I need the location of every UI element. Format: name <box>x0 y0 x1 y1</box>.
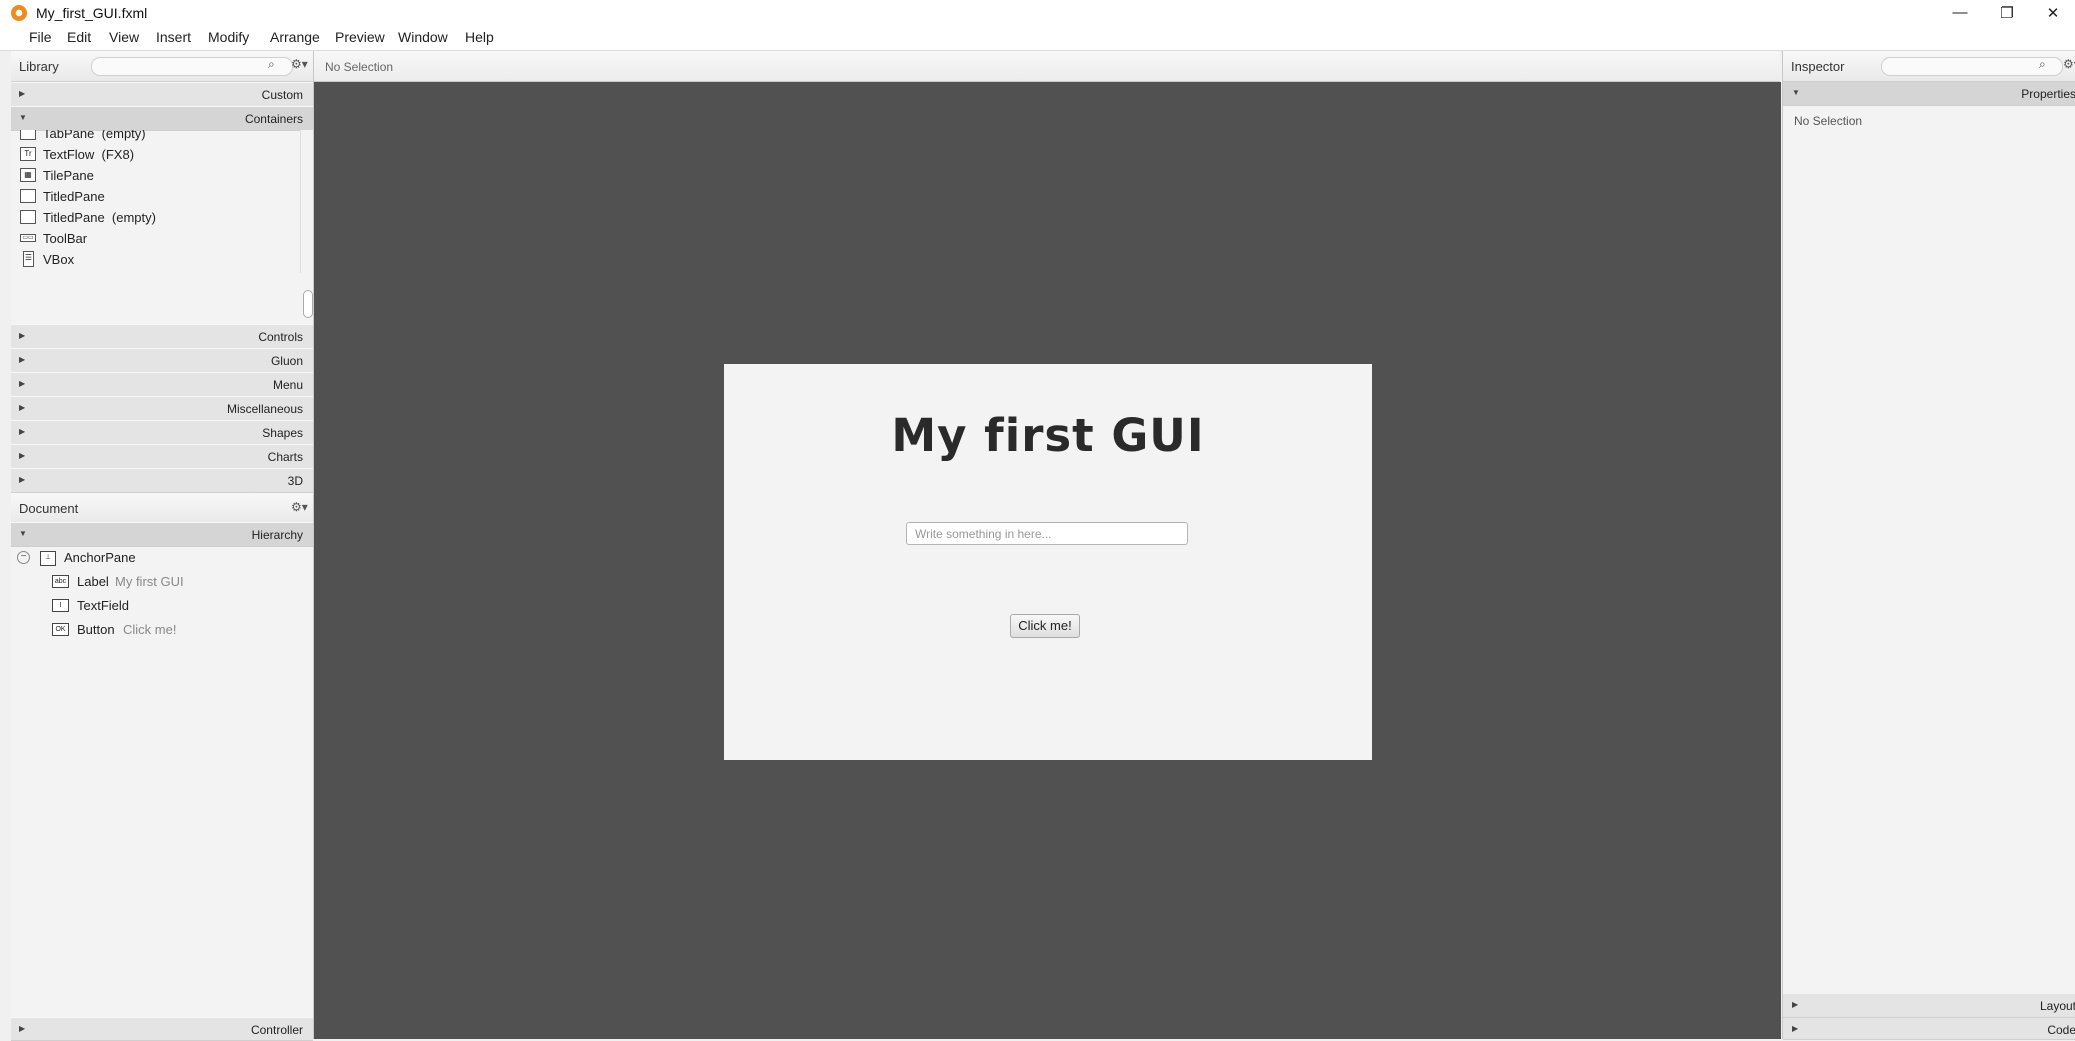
library-search-input[interactable] <box>91 57 293 76</box>
tree-row-textfield[interactable]: I TextField <box>11 595 311 617</box>
button-icon: OK <box>52 623 69 636</box>
document-header: Document ⚙▾ <box>11 492 313 524</box>
tree-row-anchorpane[interactable]: − ⊥ AnchorPane <box>11 547 311 569</box>
click-me-button[interactable]: Click me! <box>1010 614 1080 638</box>
document-title: Document <box>19 501 79 516</box>
expanded-arrow-icon: ▼ <box>19 113 27 122</box>
menu-window[interactable]: Window <box>398 29 448 45</box>
textflow-icon: Tr <box>20 147 36 161</box>
containers-list: TabPane (empty) Tr TextFlow (FX8) ▦ Tile… <box>11 130 300 324</box>
menu-bar: File Edit View Insert Modify Arrange Pre… <box>0 25 2075 51</box>
tabpane-icon <box>20 130 36 140</box>
library-item-titledpane[interactable]: TitledPane <box>11 186 300 207</box>
library-title: Library <box>19 59 59 74</box>
restore-button[interactable]: ❐ <box>1984 0 2030 25</box>
collapsed-arrow-icon: ▶ <box>19 475 26 484</box>
expanded-arrow-icon: ▼ <box>19 529 27 538</box>
library-section-gluon[interactable]: ▶ Gluon <box>11 348 313 373</box>
label-icon: abc <box>52 575 69 588</box>
collapsed-arrow-icon: ▶ <box>19 427 26 436</box>
collapsed-arrow-icon: ▶ <box>19 355 26 364</box>
library-section-controls[interactable]: ▶ Controls <box>11 324 313 349</box>
tree-row-button[interactable]: OK Button Click me! <box>11 619 311 641</box>
content-toolbar: No Selection <box>314 51 1780 82</box>
inspector-section-code[interactable]: ▶ Code <box>1783 1018 2075 1040</box>
library-section-shapes[interactable]: ▶ Shapes <box>11 420 313 445</box>
search-icon: ⌕ <box>2039 57 2046 71</box>
left-panel: Library ⌕ ⚙▾ ▶ Custom ▼ Containers TabPa… <box>11 51 314 1041</box>
collapsed-arrow-icon: ▶ <box>19 451 26 460</box>
library-scrollbar[interactable] <box>300 130 313 318</box>
inspector-title: Inspector <box>1791 59 1845 74</box>
title-bar: My_first_GUI.fxml — ❐ ✕ <box>0 0 2075 25</box>
menu-preview[interactable]: Preview <box>335 29 385 45</box>
collapsed-arrow-icon: ▶ <box>19 331 26 340</box>
tilepane-icon: ▦ <box>20 168 36 182</box>
close-button[interactable]: ✕ <box>2030 0 2075 25</box>
library-item-toolbar[interactable]: ▭▭ ToolBar <box>11 228 300 249</box>
toolbar-icon: ▭▭ <box>20 234 36 242</box>
menu-help[interactable]: Help <box>465 29 494 45</box>
library-item-vbox[interactable]: ☰ VBox <box>11 249 300 270</box>
library-section-menu[interactable]: ▶ Menu <box>11 372 313 397</box>
tree-row-label[interactable]: abc Label My first GUI <box>11 571 311 593</box>
library-item-tilepane[interactable]: ▦ TilePane <box>11 165 300 186</box>
library-item-tabpane[interactable]: TabPane (empty) <box>11 130 300 144</box>
library-item-textflow[interactable]: Tr TextFlow (FX8) <box>11 144 300 165</box>
collapsed-arrow-icon: ▶ <box>1792 1000 1799 1009</box>
minimize-button[interactable]: — <box>1937 0 1983 25</box>
collapsed-arrow-icon: ▶ <box>1792 1024 1799 1033</box>
menu-edit[interactable]: Edit <box>67 29 91 45</box>
titledpane-icon <box>20 210 36 224</box>
my-first-gui-label[interactable]: My first GUI <box>724 409 1372 462</box>
menu-arrange[interactable]: Arrange <box>270 29 320 45</box>
search-icon: ⌕ <box>268 57 275 71</box>
vbox-icon: ☰ <box>23 251 34 267</box>
inspector-header: Inspector ⌕ ⚙▾ <box>1783 51 2075 82</box>
collapsed-arrow-icon: ▶ <box>19 379 26 388</box>
document-section-hierarchy[interactable]: ▼ Hierarchy <box>11 522 313 547</box>
anchorpane-preview[interactable]: My first GUI Write something in here... … <box>724 364 1372 760</box>
menu-insert[interactable]: Insert <box>156 29 191 45</box>
library-section-containers[interactable]: ▼ Containers <box>11 106 313 131</box>
menu-view[interactable]: View <box>109 29 139 45</box>
scene-builder-app-icon <box>11 5 27 21</box>
inspector-section-properties[interactable]: ▼ Properties <box>1783 82 2075 106</box>
library-scrollbar-thumb[interactable] <box>303 290 313 318</box>
library-section-miscellaneous[interactable]: ▶ Miscellaneous <box>11 396 313 421</box>
library-gear-icon[interactable]: ⚙▾ <box>291 57 308 71</box>
window-title: My_first_GUI.fxml <box>36 5 148 21</box>
textfield-icon: I <box>52 599 69 612</box>
titledpane-icon <box>20 189 36 203</box>
inspector-gear-icon[interactable]: ⚙▾ <box>2063 57 2075 71</box>
inspector-section-layout[interactable]: ▶ Layout <box>1783 994 2075 1018</box>
library-header: Library ⌕ ⚙▾ <box>11 51 313 82</box>
inspector-no-selection: No Selection <box>1794 114 1863 128</box>
library-section-charts[interactable]: ▶ Charts <box>11 444 313 469</box>
collapsed-arrow-icon: ▶ <box>19 403 26 412</box>
selection-status: No Selection <box>325 60 394 74</box>
inspector-search-input[interactable] <box>1881 57 2063 76</box>
library-section-custom[interactable]: ▶ Custom <box>11 82 313 107</box>
document-gear-icon[interactable]: ⚙▾ <box>291 500 308 514</box>
menu-file[interactable]: File <box>29 29 52 45</box>
library-item-titledpane-empty[interactable]: TitledPane (empty) <box>11 207 300 228</box>
document-section-controller[interactable]: ▶ Controller <box>11 1017 313 1041</box>
design-textfield[interactable]: Write something in here... <box>906 522 1188 545</box>
inspector-panel: Inspector ⌕ ⚙▾ ▼ Properties No Selection… <box>1782 51 2075 1040</box>
anchorpane-icon: ⊥ <box>40 551 56 566</box>
collapsed-arrow-icon: ▶ <box>19 89 26 98</box>
menu-modify[interactable]: Modify <box>208 29 249 45</box>
expanded-arrow-icon: ▼ <box>1792 88 1800 97</box>
collapsed-arrow-icon: ▶ <box>19 1024 26 1033</box>
library-section-3d[interactable]: ▶ 3D <box>11 468 313 493</box>
collapse-toggle-icon[interactable]: − <box>17 551 30 564</box>
